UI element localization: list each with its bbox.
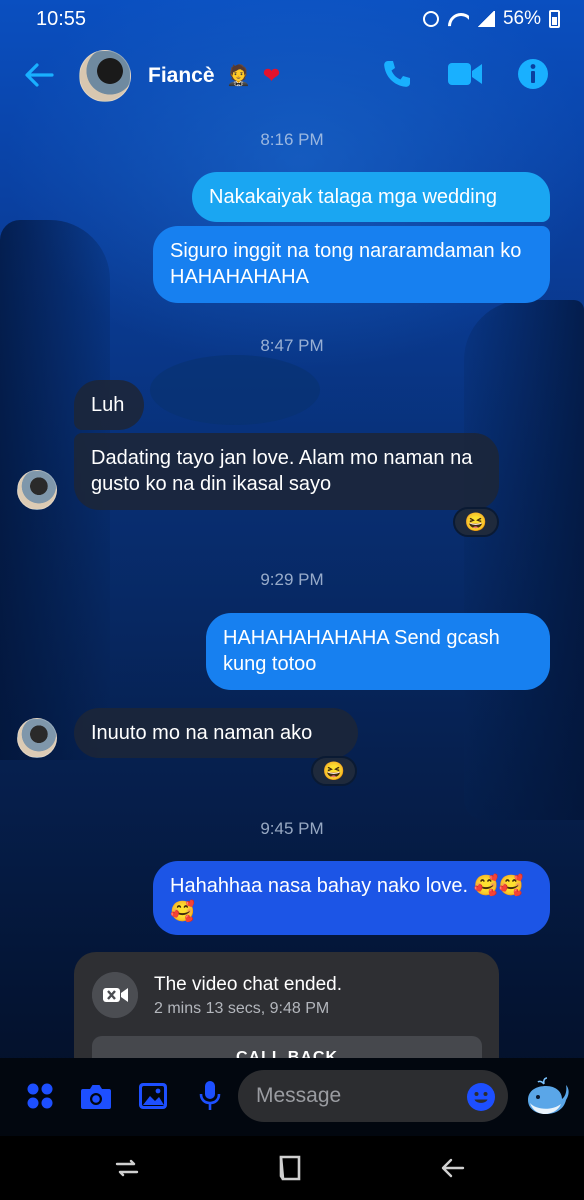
status-bar: 10:55 56% bbox=[0, 0, 584, 36]
contact-name[interactable]: Fiancè 🤵 ❤ bbox=[148, 63, 280, 88]
reaction-badge[interactable]: 😆 bbox=[311, 756, 357, 786]
image-icon[interactable] bbox=[138, 1082, 168, 1110]
message-bubble-outgoing[interactable]: Hahahhaa nasa bahay nako love. 🥰🥰🥰 bbox=[153, 861, 550, 935]
smiley-icon[interactable] bbox=[466, 1082, 496, 1112]
timestamp: 9:45 PM bbox=[260, 819, 324, 838]
signal-icon bbox=[476, 11, 495, 27]
background-turtle bbox=[150, 355, 320, 425]
home-icon[interactable] bbox=[278, 1154, 304, 1182]
video-camera-off-icon bbox=[92, 972, 138, 1018]
status-icons: 56% bbox=[422, 8, 560, 30]
four-dots-icon[interactable] bbox=[26, 1082, 54, 1110]
reaction-badge[interactable]: 😆 bbox=[453, 507, 499, 537]
microphone-icon[interactable] bbox=[198, 1080, 222, 1112]
video-camera-icon[interactable] bbox=[447, 60, 483, 88]
contact-name-text: Fiancè bbox=[148, 64, 215, 87]
call-card-title: The video chat ended. bbox=[154, 974, 343, 995]
arrow-left-icon[interactable] bbox=[22, 58, 56, 92]
background-rock-right bbox=[464, 300, 584, 820]
camera-icon[interactable] bbox=[80, 1082, 112, 1110]
info-icon[interactable] bbox=[517, 58, 549, 90]
heart-emoji: ❤ bbox=[263, 65, 280, 87]
nav-back-icon[interactable] bbox=[440, 1156, 466, 1180]
alarm-icon bbox=[422, 11, 439, 27]
system-nav-bar bbox=[0, 1136, 584, 1200]
battery-icon bbox=[549, 10, 560, 28]
timestamp: 9:29 PM bbox=[260, 570, 324, 589]
message-bubble-incoming[interactable]: Dadating tayo jan love. Alam mo naman na… bbox=[74, 433, 499, 510]
message-bubble-incoming[interactable]: Luh bbox=[74, 380, 144, 430]
contact-avatar-small[interactable] bbox=[17, 470, 57, 510]
message-composer bbox=[0, 1058, 584, 1136]
contact-avatar[interactable] bbox=[79, 50, 131, 102]
chat-header: Fiancè 🤵 ❤ bbox=[0, 36, 584, 116]
message-bubble-outgoing[interactable]: Siguro inggit na tong nararamdaman ko HA… bbox=[153, 226, 550, 303]
timestamp: 8:16 PM bbox=[260, 130, 324, 149]
groom-emoji: 🤵 bbox=[226, 65, 252, 87]
timestamp: 8:47 PM bbox=[260, 336, 324, 355]
message-bubble-incoming[interactable]: Inuuto mo na naman ako bbox=[74, 708, 358, 758]
status-time: 10:55 bbox=[36, 8, 87, 30]
recent-apps-icon[interactable] bbox=[114, 1156, 140, 1180]
message-bubble-outgoing[interactable]: HAHAHAHAHAHA Send gcash kung totoo bbox=[206, 613, 550, 690]
phone-icon[interactable] bbox=[381, 58, 413, 90]
battery-percent: 56% bbox=[502, 8, 541, 29]
wifi-icon bbox=[447, 11, 469, 27]
whale-icon[interactable] bbox=[524, 1076, 570, 1118]
message-bubble-outgoing[interactable]: Nakakaiyak talaga mga wedding bbox=[192, 172, 550, 222]
contact-avatar-small[interactable] bbox=[17, 718, 57, 758]
call-card-subtitle: 2 mins 13 secs, 9:48 PM bbox=[154, 1000, 330, 1017]
